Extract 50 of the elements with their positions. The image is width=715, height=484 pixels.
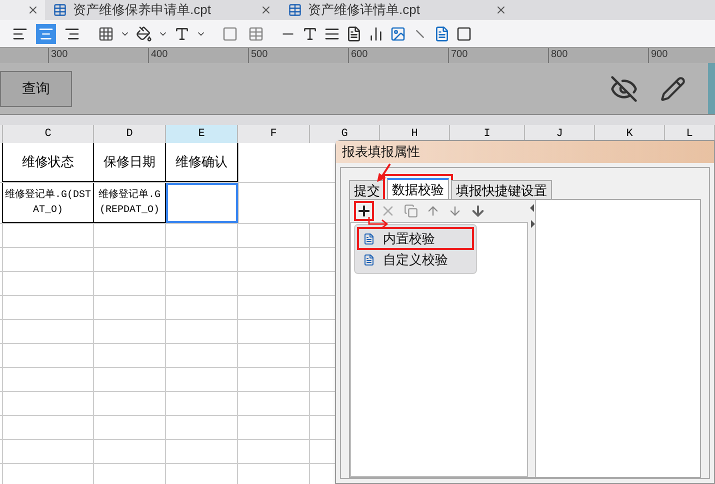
ruler-label: 800 bbox=[551, 48, 569, 61]
bar-chart-icon[interactable] bbox=[368, 26, 384, 42]
dialog-tab[interactable]: 提交 bbox=[349, 180, 385, 199]
dialog-title: 报表填报属性 bbox=[342, 143, 420, 162]
paragraph-icon[interactable] bbox=[324, 26, 340, 42]
table-cell[interactable]: 维修登记单.G(DSTAT_O) bbox=[3, 183, 94, 223]
table-cell[interactable] bbox=[166, 183, 238, 223]
close-icon[interactable] bbox=[27, 4, 39, 16]
column-header[interactable]: E bbox=[166, 125, 238, 143]
image-icon[interactable] bbox=[390, 26, 406, 42]
table-icon[interactable] bbox=[248, 26, 264, 42]
add-button[interactable] bbox=[356, 203, 372, 219]
ruler-label: 300 bbox=[51, 48, 69, 61]
menu-item[interactable]: 内置校验 bbox=[359, 229, 472, 248]
ruler-label: 700 bbox=[451, 48, 469, 61]
edit-icon[interactable] bbox=[660, 76, 686, 102]
rule-icon bbox=[363, 254, 375, 266]
query-button[interactable]: 查询 bbox=[0, 70, 72, 106]
paint-bucket-icon[interactable] bbox=[136, 26, 152, 42]
table-cell[interactable]: 维修登记单.G(REPDAT_O) bbox=[94, 183, 166, 223]
close-icon[interactable] bbox=[260, 4, 272, 16]
rule-icon bbox=[363, 232, 375, 244]
frame-icon[interactable] bbox=[456, 26, 472, 42]
dialog-tab[interactable]: 填报快捷键设置 bbox=[451, 180, 552, 199]
splitter-arrows-icon[interactable] bbox=[530, 204, 535, 228]
ruler-label: 400 bbox=[151, 48, 169, 61]
table-cell[interactable]: 保修日期 bbox=[94, 143, 166, 182]
menu-item[interactable]: 自定义校验 bbox=[359, 250, 472, 269]
move-bottom-icon[interactable] bbox=[470, 203, 486, 219]
align-center-button[interactable] bbox=[36, 24, 56, 44]
move-down-icon[interactable] bbox=[448, 204, 462, 218]
column-header[interactable]: F bbox=[238, 125, 310, 143]
font-color-icon[interactable] bbox=[174, 26, 190, 42]
hide-icon[interactable] bbox=[610, 74, 638, 102]
side-strip bbox=[708, 63, 715, 114]
close-icon[interactable] bbox=[495, 4, 507, 16]
arrow-icon bbox=[368, 216, 390, 230]
ruler-label: 500 bbox=[251, 48, 269, 61]
text-icon[interactable] bbox=[302, 26, 318, 42]
ruler-label: 900 bbox=[651, 48, 669, 61]
report-icon bbox=[288, 3, 302, 17]
document-icon[interactable] bbox=[434, 26, 450, 42]
arrow-icon bbox=[376, 163, 392, 183]
move-up-icon[interactable] bbox=[426, 204, 440, 218]
report-icon bbox=[53, 3, 67, 17]
border-icon[interactable] bbox=[98, 26, 114, 42]
ruler-label: 600 bbox=[351, 48, 369, 61]
table-cell[interactable]: 维修状态 bbox=[3, 143, 94, 182]
table-cell[interactable]: 维修确认 bbox=[166, 143, 238, 182]
column-header[interactable]: C bbox=[3, 125, 94, 143]
